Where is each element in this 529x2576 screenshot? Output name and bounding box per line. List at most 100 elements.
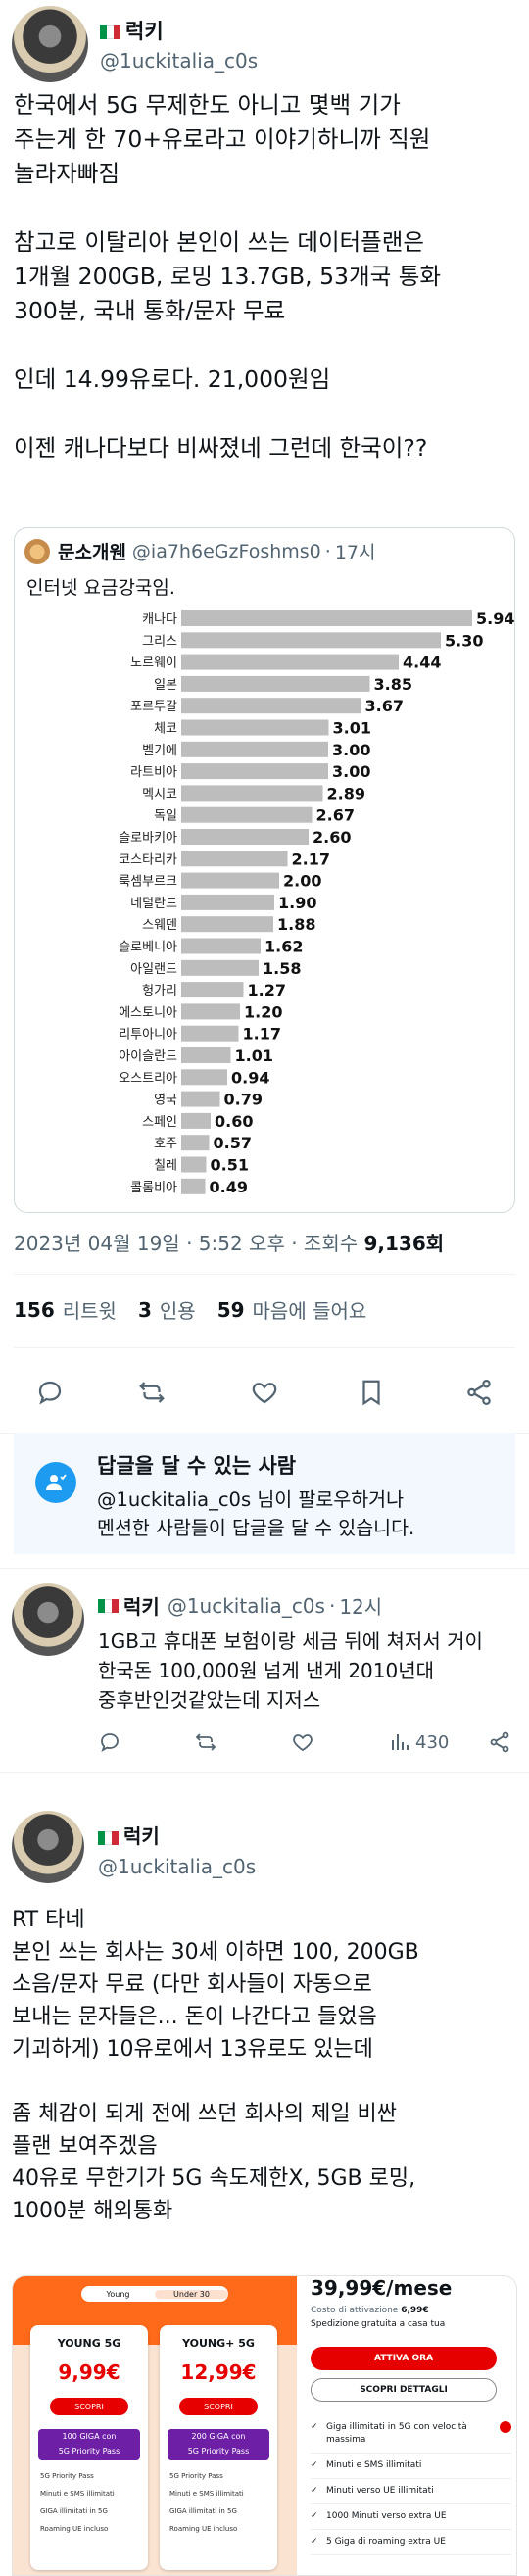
tweet-paragraph: 한국에서 5G 무제한도 아니고 몇백 기가주는게 한 70+유로라고 이야기하… (14, 88, 523, 191)
chart-category-label: 콜롬비아 (130, 1181, 177, 1195)
reply-icon[interactable] (98, 1730, 121, 1754)
like-icon[interactable] (250, 1378, 279, 1407)
bar-chart: 캐나다 5.94 그리스 5.30 노르웨이 4.44 일본 3.85 포르투갈 3.67 체코 3.… (119, 609, 514, 1196)
quote-author-handle[interactable]: @ia7h6eGzFoshms0 (132, 541, 321, 562)
chart-value-label: 1.62 (264, 938, 303, 956)
chart-bar (181, 1178, 206, 1194)
check-icon: ✓ (311, 2460, 318, 2470)
chart-value-label: 2.17 (292, 850, 330, 868)
share-icon[interactable] (464, 1378, 494, 1407)
promo-image[interactable]: Young Under 30 YOUNG 5G 9,99€ SCOPRI 100 GI… (12, 2275, 517, 2576)
promo-tab-right[interactable]: Under 30 (155, 2289, 228, 2299)
chart-bar (181, 632, 441, 649)
tweet-paragraph: 참고로 이탈리아 본인이 쓰는 데이터플랜은 1개월 200GB, 로밍 13.7… (14, 225, 523, 328)
like-label[interactable]: 마음에 들어요 (253, 1295, 367, 1324)
views-button[interactable]: 430 (388, 1730, 449, 1754)
text-line: RT 타네 (12, 1908, 85, 1932)
avatar[interactable] (12, 6, 88, 82)
chart-category-label: 리투아니아 (119, 1028, 177, 1043)
reply-restriction-box: 답글을 달 수 있는 사람 @1uckitalia_c0s 님이 팔로우하거나 … (14, 1433, 515, 1554)
action-bar (0, 1374, 529, 1413)
info-icon[interactable] (500, 2421, 511, 2433)
text-line: 주는게 한 70+유로라고 이야기하니까 직원 (14, 125, 431, 153)
chart-category-label: 독일 (154, 809, 177, 824)
text-line: 1000분 해외통화 (12, 2199, 173, 2223)
text-line: 소음/문자 무료 (다만 회사들이 자동으로 (12, 1972, 372, 1997)
thread-author-name[interactable]: 럭키 (123, 1824, 160, 1848)
chart-bar (181, 1091, 220, 1107)
italy-flag-icon (98, 1598, 119, 1613)
reply-author-handle[interactable]: @1uckitalia_c0s (168, 1594, 325, 1618)
text-line: 1GB고 휴대폰 보험이랑 세금 뒤에 쳐저서 거이 (98, 1629, 483, 1653)
like-count[interactable]: 59 (217, 1298, 245, 1322)
chart-category-label: 아이슬란드 (119, 1049, 177, 1064)
promo-tab-left[interactable]: Young (81, 2290, 155, 2299)
check-icon: ✓ (311, 2537, 318, 2547)
view-count: 9,136회 (363, 1232, 445, 1255)
bookmark-icon[interactable] (357, 1378, 386, 1407)
thread-avatar[interactable] (12, 1811, 84, 1883)
chart-category-label: 라트비아 (130, 765, 177, 780)
chart-value-label: 5.94 (476, 609, 514, 628)
chart-bar (181, 1112, 211, 1129)
quote-count[interactable]: 3 (138, 1298, 152, 1322)
quote-avatar[interactable] (24, 538, 50, 564)
chart-value-label: 0.49 (210, 1178, 248, 1196)
chart-category-label: 오스트리아 (119, 1071, 177, 1086)
chart-bar (181, 829, 309, 845)
chart-category-label: 벨기에 (142, 744, 177, 758)
text-line: 300분, 국내 통화/문자 무료 (14, 297, 286, 324)
activate-now-button[interactable]: ATTIVA ORA (311, 2347, 497, 2370)
chart-value-label: 2.67 (316, 806, 355, 825)
chart-value-label: 1.58 (263, 959, 301, 978)
reply-tweet[interactable]: 럭키 @1uckitalia_c0s · 12시 1GB고 휴대폰 보험이랑 세… (0, 1568, 529, 1803)
offer-feature-text: Minuti verso UE illimitati (326, 2486, 434, 2496)
offer-feature-text: Giga illimitati in 5G con velocità massi… (326, 2422, 467, 2445)
chart-bar (181, 959, 259, 976)
tweet-text: 한국에서 5G 무제한도 아니고 몇백 기가주는게 한 70+유로라고 이야기하… (14, 88, 523, 465)
plan-button[interactable]: SCOPRI (50, 2398, 128, 2415)
offer-price: 39,99€/mese (311, 2276, 453, 2300)
tweet-paragraph: 이젠 캐나다보다 비싸졌네 그런데 한국이?? (14, 431, 523, 465)
plan-badge-line-1: 100 GIGA con (38, 2429, 140, 2445)
text-line: 이젠 캐나다보다 비싸졌네 그런데 한국이?? (14, 434, 428, 462)
chart-category-label: 그리스 (142, 634, 177, 649)
quote-author-name[interactable]: 문소개웬 (58, 538, 126, 564)
quote-label[interactable]: 인용 (160, 1295, 196, 1324)
chart-bar (181, 1003, 240, 1020)
text-line: 한국에서 5G 무제한도 아니고 몇백 기가 (14, 91, 401, 119)
chart-bar (181, 1069, 227, 1086)
chart-bar (181, 1047, 231, 1063)
plan-name: YOUNG 5G (57, 2337, 121, 2350)
plan-button[interactable]: SCOPRI (179, 2398, 258, 2415)
chart-value-label: 2.60 (313, 828, 351, 847)
chart-category-label: 노르웨이 (130, 656, 177, 671)
author-handle[interactable]: @1uckitalia_c0s (100, 49, 258, 73)
divider (14, 1347, 515, 1348)
chart-value-label: 4.44 (403, 654, 441, 672)
thread-author-handle[interactable]: @1uckitalia_c0s (98, 1855, 256, 1878)
details-button[interactable]: SCOPRI DETTAGLI (311, 2378, 497, 2402)
tweet-paragraph: RT 타네 본인 쓰는 회사는 30세 이하면 100, 200GB 소음/문자 무… (12, 1904, 525, 2066)
chart-bar (181, 938, 261, 954)
offer-cost-line: Costo di attivazione (311, 2306, 399, 2315)
retweet-icon[interactable] (194, 1730, 217, 1754)
chart-value-label: 1.27 (248, 981, 286, 999)
quoted-tweet[interactable]: 문소개웬 @ia7h6eGzFoshms0 · 17시 인터넷 요금강국임. 캐… (14, 527, 515, 1213)
reply-avatar[interactable] (12, 1583, 84, 1656)
like-icon[interactable] (291, 1730, 314, 1754)
tweet-timestamp[interactable]: 2023년 04월 19일 · 5:52 오후 · 조회수 (14, 1232, 358, 1255)
chart-bar (181, 675, 370, 692)
plan-badge-line-2: 5G Priority Pass (168, 2445, 269, 2460)
retweet-icon[interactable] (137, 1378, 167, 1407)
chart-bar (181, 1025, 239, 1042)
chart-bar (181, 763, 328, 780)
share-icon[interactable] (488, 1730, 511, 1754)
retweet-count[interactable]: 156 (14, 1298, 55, 1322)
retweet-label[interactable]: 리트윗 (63, 1295, 117, 1324)
author-name[interactable]: 럭키 (125, 20, 164, 43)
reply-author-name[interactable]: 럭키 (123, 1591, 160, 1620)
reply-icon[interactable] (35, 1378, 65, 1407)
chart-bar (181, 916, 273, 933)
text-line: 참고로 이탈리아 본인이 쓰는 데이터플랜은 (14, 228, 425, 256)
